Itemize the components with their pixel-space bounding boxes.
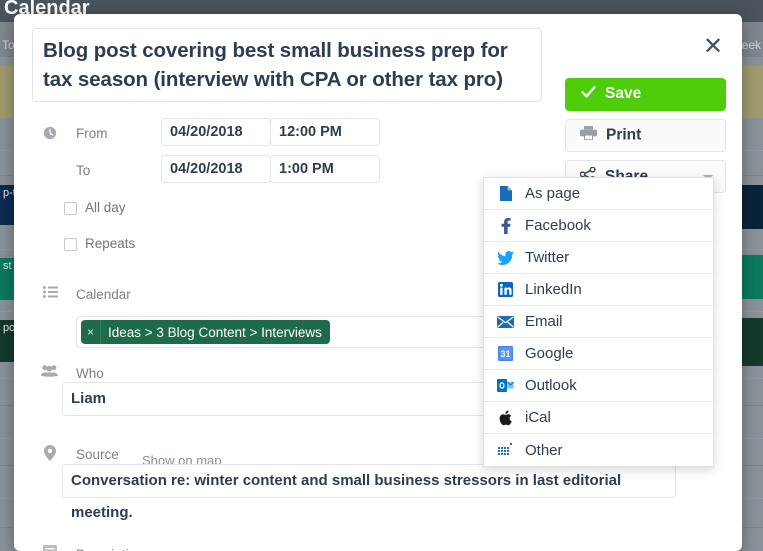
close-icon[interactable]: ✕: [700, 34, 726, 60]
to-label: To: [76, 163, 91, 178]
description-label: Description: [76, 546, 144, 551]
from-date-input[interactable]: 04/20/2018: [161, 118, 271, 146]
share-dropdown-menu: As page Facebook Twitter LinkedIn Email …: [483, 177, 714, 467]
to-time-input[interactable]: 1:00 PM: [270, 155, 380, 183]
save-button[interactable]: Save: [565, 78, 726, 111]
share-menu-item-twitter[interactable]: Twitter: [484, 242, 713, 274]
who-label: Who: [76, 366, 104, 381]
svg-text:31: 31: [500, 349, 510, 359]
source-label: Source: [76, 447, 119, 462]
to-date-input[interactable]: 04/20/2018: [161, 155, 271, 183]
share-menu-label: Google: [525, 345, 574, 362]
printer-icon: [580, 126, 597, 145]
list-icon: [41, 285, 59, 301]
check-icon: [581, 85, 596, 103]
chip-label: Ideas > 3 Blog Content > Interviews: [108, 324, 322, 340]
share-menu-item-email[interactable]: Email: [484, 306, 713, 338]
share-menu-item-ical[interactable]: iCal: [484, 402, 713, 434]
grid-dots-icon: [497, 442, 514, 459]
all-day-row[interactable]: All day: [64, 200, 126, 216]
share-menu-label: Email: [525, 313, 563, 330]
save-button-label: Save: [605, 85, 642, 103]
apple-icon: [497, 409, 514, 426]
repeats-label: Repeats: [85, 236, 136, 251]
from-time-input[interactable]: 12:00 PM: [270, 118, 380, 146]
share-menu-item-facebook[interactable]: Facebook: [484, 210, 713, 242]
outlook-icon: [497, 377, 514, 394]
repeats-row[interactable]: Repeats: [64, 236, 135, 252]
event-title-input[interactable]: Blog post covering best small business p…: [32, 28, 542, 102]
share-menu-item-outlook[interactable]: Outlook: [484, 370, 713, 402]
print-button-label: Print: [606, 126, 642, 144]
map-pin-icon: [41, 445, 59, 464]
share-menu-label: As page: [525, 185, 581, 202]
twitter-icon: [497, 249, 514, 266]
from-label: From: [76, 126, 108, 141]
share-menu-label: Twitter: [525, 249, 570, 266]
facebook-icon: [497, 217, 514, 234]
note-icon: [41, 545, 59, 551]
share-menu-item-google[interactable]: 31 Google: [484, 338, 713, 370]
share-menu-label: iCal: [525, 409, 551, 426]
share-menu-label: LinkedIn: [525, 281, 582, 298]
share-menu-label: Facebook: [525, 217, 591, 234]
google-calendar-icon: 31: [497, 345, 514, 362]
clock-icon: [41, 126, 59, 143]
share-menu-label: Outlook: [525, 377, 577, 394]
page-icon: [497, 185, 514, 202]
chip-remove-icon[interactable]: ×: [81, 320, 101, 344]
share-menu-label: Other: [525, 441, 563, 459]
email-icon: [497, 313, 514, 330]
all-day-checkbox[interactable]: [64, 201, 77, 215]
linkedin-icon: [497, 281, 514, 298]
print-button[interactable]: Print: [565, 119, 726, 152]
share-menu-item-other[interactable]: Other: [484, 434, 713, 466]
source-input[interactable]: Conversation re: winter content and smal…: [62, 464, 676, 521]
share-menu-item-linkedin[interactable]: LinkedIn: [484, 274, 713, 306]
repeats-checkbox[interactable]: [64, 237, 77, 251]
all-day-label: All day: [85, 200, 126, 215]
share-menu-item-as-page[interactable]: As page: [484, 178, 713, 210]
calendar-label: Calendar: [76, 287, 131, 302]
calendar-chip[interactable]: × Ideas > 3 Blog Content > Interviews: [81, 320, 330, 344]
people-icon: [40, 364, 58, 380]
